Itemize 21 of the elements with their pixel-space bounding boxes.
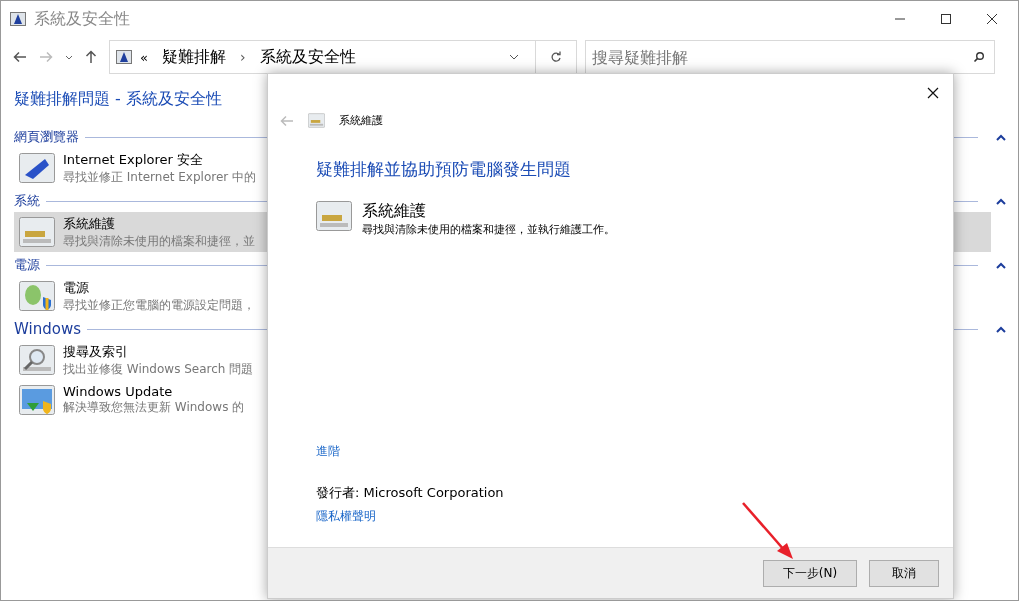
section-heading: 網頁瀏覽器 bbox=[14, 128, 79, 146]
window-title: 系統及安全性 bbox=[34, 8, 130, 30]
item-description: 尋找與清除未使用的檔案和捷徑，並 bbox=[63, 232, 255, 250]
item-description: 尋找並修正 Internet Explorer 中的 bbox=[63, 168, 257, 186]
section-heading: Windows bbox=[14, 320, 81, 338]
item-title: Internet Explorer 安全 bbox=[63, 150, 204, 169]
item-title: Windows Update bbox=[63, 384, 174, 399]
item-description: 找出並修復 Windows Search 問題 bbox=[63, 360, 254, 378]
page-title: 疑難排解問題 - 系統及安全性 bbox=[14, 89, 222, 110]
item-description: 尋找並修正您電腦的電源設定問題， bbox=[63, 296, 255, 314]
section-heading: 系統 bbox=[14, 192, 40, 210]
dialog-header: 系統維護 bbox=[339, 113, 383, 128]
item-description: 尋找與清除未使用的檔案和捷徑，並執行維護工作。 bbox=[362, 222, 615, 237]
item-title: 搜尋及索引 bbox=[63, 342, 129, 361]
item-description: 解決導致您無法更新 Windows 的 bbox=[63, 399, 245, 416]
item-title: 系統維護 bbox=[362, 201, 427, 222]
dialog-heading: 疑難排解並協助預防電腦發生問題 bbox=[316, 158, 572, 181]
item-title: 系統維護 bbox=[63, 214, 116, 233]
publisher-text: 發行者: Microsoft Corporation bbox=[316, 484, 505, 502]
section-heading: 電源 bbox=[14, 256, 40, 274]
item-title: 電源 bbox=[63, 278, 90, 297]
